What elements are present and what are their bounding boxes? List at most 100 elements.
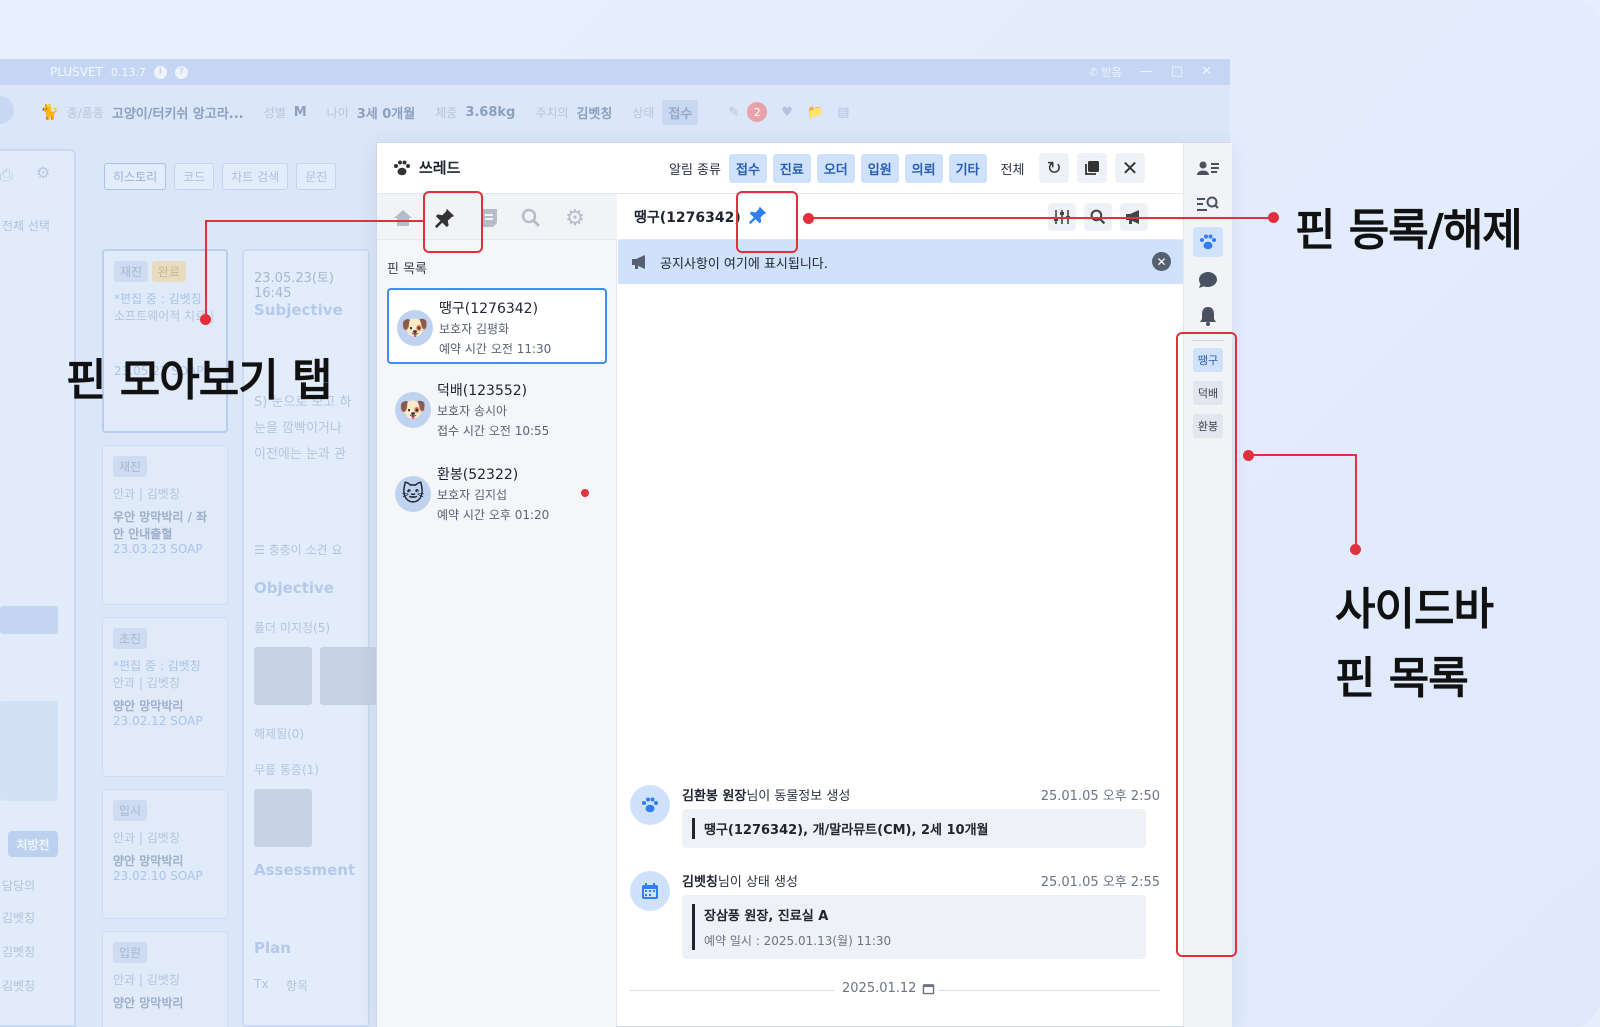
bg-info-value: M: [293, 104, 307, 120]
paw-icon: [393, 160, 411, 176]
filter-chip-reception[interactable]: 접수: [728, 154, 767, 183]
bg-left-block: [0, 606, 58, 634]
bg-status-chip: 접수: [662, 99, 699, 125]
pin-list-item[interactable]: 🐶 덕배(123552) 보호자 송시아 접수 시간 오전 10:55: [387, 372, 607, 448]
refresh-button[interactable]: ↻: [1039, 153, 1069, 183]
bg-printer-icon: ⎙: [0, 165, 13, 184]
gear-icon: ⚙: [565, 205, 585, 231]
pin-item-owner: 보호자 송시아: [437, 404, 508, 418]
annotation-dot: [200, 314, 211, 325]
bg-prescription-button: 처방전: [8, 831, 58, 857]
bg-info-value: 고양이/터키쉬 앙고라...: [111, 106, 244, 122]
sidebar-thread-button[interactable]: [1193, 227, 1223, 257]
pin-item-time: 예약 시간 오전 11:30: [439, 342, 552, 356]
pin-item-time: 예약 시간 오후 01:20: [437, 508, 550, 522]
info-icon: i: [153, 65, 167, 79]
message-main: 땡구(1276342), 개/말라뮤트(CM), 2세 10개월: [704, 823, 989, 838]
filter-chip-referral[interactable]: 의뢰: [904, 154, 943, 183]
filter-all[interactable]: 전체: [1001, 159, 1025, 178]
bg-card-date: 23.02.12: [113, 714, 167, 728]
bg-info-key: 체중: [435, 105, 458, 120]
message-main: 장삼풍 원장, 진료실 A: [704, 909, 829, 924]
bg-window-controls: ✆ 받음 — □ ✕: [1089, 64, 1212, 80]
divider-line: [938, 990, 1160, 991]
annotation-pin-tab-label: 핀 모아보기 탭: [66, 355, 333, 406]
calendar-icon: [923, 984, 935, 995]
highlight-pin-toggle: [736, 191, 798, 253]
annotation-line: [1248, 454, 1356, 456]
bg-folder: 해제됨(0): [254, 727, 305, 741]
bg-card-title: 양안 망막박리: [113, 699, 184, 713]
bg-info-key: 종/품종: [66, 105, 104, 120]
bg-title-bar: PLUSVET 0.13.7 i ? ✆ 받음 — □ ✕: [0, 59, 1230, 85]
bg-gear-icon: ⚙: [36, 163, 51, 182]
sidebar-chat-button[interactable]: [1193, 265, 1223, 295]
refresh-icon: ↻: [1046, 157, 1062, 179]
bg-card-line: 안과 | 김벳칭: [113, 487, 180, 501]
maximize-icon: □: [1170, 64, 1184, 79]
filter-chip-order[interactable]: 오더: [816, 154, 855, 183]
sidebar-contacts-button[interactable]: [1193, 153, 1223, 183]
bg-app-version: 0.13.7: [110, 65, 146, 79]
message-time: 25.01.05 오후 2:50: [1040, 789, 1160, 804]
annotation-line: [206, 220, 423, 222]
bg-select-all: 전체 선택: [2, 219, 50, 233]
bg-info-key: 상태: [632, 105, 655, 120]
left-tab-bar: ⚙: [377, 194, 617, 240]
message-content[interactable]: 땡구(1276342), 개/말라뮤트(CM), 2세 10개월: [682, 809, 1146, 848]
message-sub: 예약 일시 : 2025.01.13(월) 11:30: [704, 934, 892, 948]
filter-chip-treatment[interactable]: 진료: [772, 154, 811, 183]
bg-tx: Tx: [254, 977, 269, 991]
bg-app-name: PLUSVET: [50, 65, 103, 79]
bg-history-card: 초진 *편집 중 : 김벳칭 안과 | 김벳칭 양안 망막박리 23.02.12…: [102, 617, 228, 777]
pin-list-title: 핀 목록: [387, 262, 428, 277]
bg-card-soap: SOAP: [170, 542, 203, 556]
bg-list-text: ☰ 충충이 소견 요: [254, 543, 343, 557]
sidebar-patient-search-button[interactable]: [1193, 189, 1223, 219]
bg-badge: 2: [747, 102, 768, 122]
tab-search[interactable]: [515, 202, 547, 234]
tab-home[interactable]: [387, 202, 419, 234]
bg-card-icon: ▤: [837, 104, 850, 120]
bg-card-title: 우안 망막박리 / 좌안 안내출혈: [113, 510, 208, 541]
filter-chip-admission[interactable]: 입원: [860, 154, 899, 183]
bg-card-title: 양안 망막박리: [113, 996, 184, 1010]
pin-list-pane: 핀 목록 🐶 땡구(1276342) 보호자 김평화 예약 시간 오전 11:3…: [377, 240, 617, 1027]
tab-settings[interactable]: ⚙: [559, 202, 591, 234]
bg-history-card: 입시 안과 | 김벳칭 양안 망막박리 23.02.10 SOAP: [102, 789, 228, 919]
close-icon: ✕: [1121, 156, 1139, 180]
bg-card-line: 안과 | 김벳칭: [113, 973, 180, 987]
annotation-sidebar-label: 사이드바: [1335, 584, 1494, 635]
sidebar-notification-button[interactable]: [1193, 301, 1223, 331]
bg-info-value: 김벳칭: [576, 106, 613, 122]
bg-history-card: 재진 안과 | 김벳칭 우안 망막박리 / 좌안 안내출혈 23.03.23 S…: [102, 445, 228, 605]
copy-window-icon: [1085, 161, 1099, 175]
date-divider: 2025.01.12: [630, 981, 1160, 1001]
bg-card-date: 23.02.10: [113, 869, 167, 883]
pin-list-item[interactable]: 🐶 땡구(1276342) 보호자 김평화 예약 시간 오전 11:30: [387, 288, 607, 364]
bg-history-card: 입원 안과 | 김벳칭 양안 망막박리: [102, 931, 228, 1027]
notice-close-button[interactable]: ✕: [1152, 252, 1171, 271]
bg-card-badge: 재진: [113, 456, 148, 477]
annotation-line: [1355, 454, 1357, 549]
pin-list-item[interactable]: 🐱 환봉(52322) 보호자 김지섭 예약 시간 오후 01:20: [387, 456, 607, 532]
thread-title: 쓰레드: [393, 157, 460, 178]
filter-chip-other[interactable]: 기타: [948, 154, 987, 183]
highlight-pin-tab: [423, 191, 483, 253]
bg-thumbnail: [320, 647, 378, 705]
close-button[interactable]: ✕: [1115, 153, 1145, 183]
pin-item-name: 덕배(123552): [437, 383, 528, 399]
minimize-icon: —: [1139, 64, 1153, 79]
bg-recv-label: ✆ 받음: [1088, 66, 1122, 79]
bg-card-title: 양안 망막박리: [113, 854, 184, 868]
bg-info-key: 성별: [263, 105, 286, 120]
thread-title-text: 쓰레드: [419, 159, 461, 177]
bg-info-key: 나이: [326, 105, 349, 120]
message-content[interactable]: 장삼풍 원장, 진료실 A 예약 일시 : 2025.01.13(월) 11:3…: [682, 895, 1146, 959]
popout-button[interactable]: [1077, 153, 1107, 183]
annotation-dot: [1268, 212, 1279, 223]
bg-tabs: 히스토리 코드 차트 검색 문진: [104, 163, 337, 190]
bg-patient-info-bar: 🐈 종/품종 고양이/터키쉬 앙고라... 성별 M 나이 3세 0개월 체중 3.68…: [0, 85, 1230, 139]
bg-card-badge: 재진: [114, 261, 149, 282]
megaphone-icon: [632, 255, 645, 269]
